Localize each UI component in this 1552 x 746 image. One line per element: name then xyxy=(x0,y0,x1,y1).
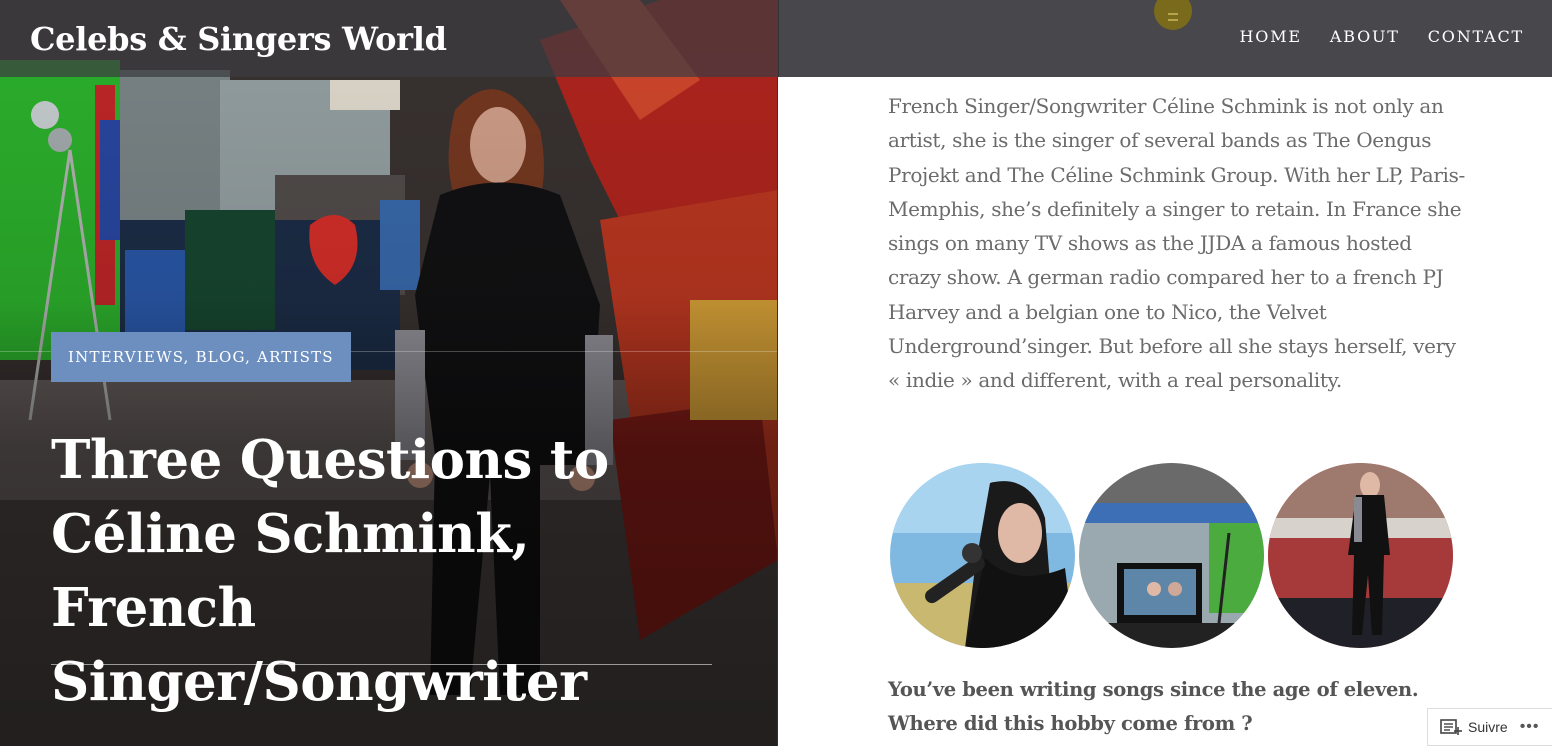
gallery-image-1[interactable] xyxy=(890,463,1075,648)
article-intro: French Singer/Songwriter Céline Schmink … xyxy=(888,94,1465,393)
nav-about[interactable]: ABOUT xyxy=(1330,24,1400,50)
menu-icon xyxy=(1168,13,1178,21)
follow-widget[interactable]: Suivre ••• xyxy=(1427,708,1552,746)
gallery-image-2[interactable] xyxy=(1079,463,1264,648)
follow-icon xyxy=(1440,719,1462,735)
featured-image: INTERVIEWS, BLOG, ARTISTS Three Question… xyxy=(0,0,778,746)
title-divider xyxy=(51,664,712,665)
column-divider xyxy=(777,77,778,746)
site-title[interactable]: Celebs & Singers World xyxy=(30,18,447,60)
gallery-image-3[interactable] xyxy=(1268,463,1453,648)
post-title: Three Questions to Céline Schmink, Frenc… xyxy=(51,429,609,713)
category-links[interactable]: INTERVIEWS, BLOG, ARTISTS xyxy=(51,332,351,382)
nav-home[interactable]: HOME xyxy=(1240,24,1302,50)
nav-contact[interactable]: CONTACT xyxy=(1428,24,1524,50)
main-nav: HOME ABOUT CONTACT xyxy=(1240,24,1524,50)
interview-question: You’ve been writing songs since the age … xyxy=(888,678,1419,735)
image-gallery xyxy=(890,463,1453,648)
more-options-button[interactable]: ••• xyxy=(1520,718,1540,736)
article-content: French Singer/Songwriter Céline Schmink … xyxy=(888,89,1468,398)
follow-button[interactable]: Suivre xyxy=(1468,719,1508,735)
